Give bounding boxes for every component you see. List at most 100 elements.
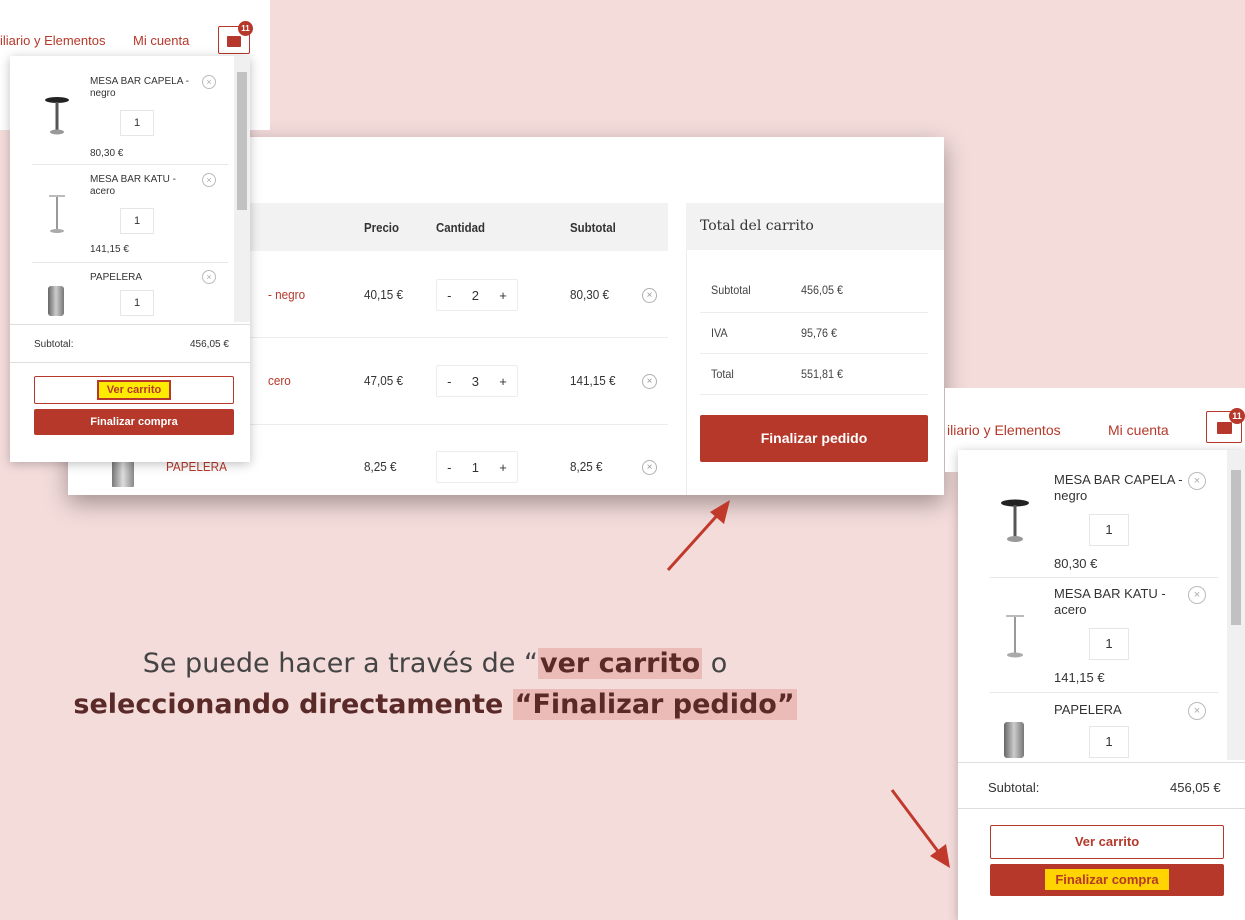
qty-plus-button[interactable]: +: [499, 288, 507, 303]
qty-minus-button[interactable]: -: [447, 288, 451, 303]
totals-total-label: Total: [711, 367, 734, 381]
totals-total-value: 551,81 €: [801, 367, 844, 381]
nav-link-my-account[interactable]: Mi cuenta: [1108, 422, 1169, 438]
arrow-to-finalizar-pedido-icon: [666, 500, 730, 572]
item-divider: [32, 262, 228, 263]
cart-row-product-link[interactable]: cero: [268, 373, 291, 388]
column-header-price: Precio: [364, 220, 399, 235]
item-divider: [990, 577, 1218, 578]
qty-value[interactable]: 3: [472, 374, 479, 389]
mini-cart-subtotal-value: 456,05 €: [190, 339, 229, 350]
remove-item-icon[interactable]: ×: [1188, 586, 1206, 604]
cart-count-badge: 11: [1229, 408, 1245, 424]
caption-highlight-finalizar-pedido: “Finalizar pedido”: [512, 689, 797, 720]
mini-cart-dropdown: MESA BAR CAPELA - negro × 1 80,30 € MESA…: [10, 56, 250, 462]
mini-cart-item-qty[interactable]: 1: [120, 110, 154, 136]
totals-divider: [700, 312, 928, 313]
mini-cart-item-name[interactable]: MESA BAR CAPELA - negro: [1054, 472, 1184, 503]
mini-cart-item-name[interactable]: MESA BAR CAPELA - negro: [90, 76, 200, 100]
mini-cart-item-price: 141,15 €: [1054, 670, 1105, 685]
remove-item-icon[interactable]: ×: [202, 75, 216, 89]
caption-bold-text: seleccionando directamente: [73, 689, 513, 720]
qty-minus-button[interactable]: -: [447, 374, 451, 389]
remove-item-icon[interactable]: ×: [1188, 702, 1206, 720]
bin-thumbnail-icon: [1004, 722, 1024, 758]
caption-line-1: Se puede hacer a través de “ver carrito …: [0, 648, 870, 679]
totals-subtotal-value: 456,05 €: [801, 283, 844, 297]
checkout-button[interactable]: Finalizar compra: [990, 864, 1224, 896]
qty-value[interactable]: 1: [472, 460, 479, 475]
mini-cart-subtotal-label: Subtotal:: [988, 780, 1040, 795]
scroll-thumb[interactable]: [237, 72, 247, 210]
quantity-stepper[interactable]: - 3 +: [436, 365, 518, 397]
caption-highlight-ver-carrito: ver carrito: [537, 648, 703, 679]
mini-cart-item-price: 80,30 €: [1054, 556, 1098, 571]
view-cart-label: Ver carrito: [96, 380, 172, 400]
cart-row-price: 47,05 €: [364, 373, 404, 388]
mini-cart-item-name[interactable]: MESA BAR KATU - acero: [1054, 586, 1184, 617]
mini-cart-dropdown: MESA BAR CAPELA - negro × 1 80,30 € MESA…: [958, 450, 1245, 920]
qty-value[interactable]: 2: [472, 288, 479, 303]
totals-iva-label: IVA: [711, 326, 728, 340]
mini-cart-item-price: 80,30 €: [90, 148, 124, 159]
remove-item-icon[interactable]: ×: [202, 270, 216, 284]
divider: [10, 362, 250, 363]
nav-link-furniture[interactable]: iliario y Elementos: [947, 422, 1061, 438]
checkout-label: Finalizar compra: [1045, 869, 1169, 890]
view-cart-button[interactable]: Ver carrito: [990, 825, 1224, 859]
remove-item-icon[interactable]: ×: [642, 374, 657, 389]
bag-shape: [1217, 422, 1232, 434]
remove-item-icon[interactable]: ×: [642, 288, 657, 303]
qty-minus-button[interactable]: -: [447, 460, 451, 475]
scrollbar[interactable]: [1227, 450, 1245, 760]
cart-totals-title: Total del carrito: [700, 218, 814, 234]
bag-shape: [227, 36, 241, 47]
view-cart-button[interactable]: Ver carrito: [34, 376, 234, 404]
quantity-stepper[interactable]: - 1 +: [436, 451, 518, 483]
mini-cart-subtotal-value: 456,05 €: [1170, 780, 1221, 795]
totals-subtotal-label: Subtotal: [711, 283, 751, 297]
bar-table-black-icon: [1001, 499, 1029, 542]
checkout-button[interactable]: Finalizar compra: [34, 409, 234, 435]
remove-item-icon[interactable]: ×: [1188, 472, 1206, 490]
column-header-subtotal: Subtotal: [570, 220, 616, 235]
mini-cart-item-name[interactable]: MESA BAR KATU - acero: [90, 174, 200, 198]
finalizar-pedido-button[interactable]: Finalizar pedido: [700, 415, 928, 462]
caption-prefix: Se puede hacer a través de “: [142, 648, 538, 679]
remove-item-icon[interactable]: ×: [202, 173, 216, 187]
scroll-thumb[interactable]: [1231, 470, 1241, 625]
mini-cart-item-qty[interactable]: 1: [1089, 726, 1129, 758]
qty-plus-button[interactable]: +: [499, 374, 507, 389]
totals-divider: [700, 394, 928, 395]
cart-row-price: 40,15 €: [364, 287, 404, 302]
remove-item-icon[interactable]: ×: [642, 460, 657, 475]
bin-thumbnail-icon: [48, 286, 64, 316]
mini-cart-item-qty[interactable]: 1: [120, 290, 154, 316]
totals-divider: [700, 353, 928, 354]
mini-cart-item-name[interactable]: PAPELERA: [1054, 702, 1184, 718]
cart-row-subtotal: 141,15 €: [570, 373, 616, 388]
quantity-stepper[interactable]: - 2 +: [436, 279, 518, 311]
mini-cart-item-qty[interactable]: 1: [1089, 514, 1129, 546]
column-header-quantity: Cantidad: [436, 220, 485, 235]
bar-table-steel-icon: [49, 195, 65, 233]
divider: [958, 808, 1245, 809]
item-divider: [990, 692, 1218, 693]
cart-row-price: 8,25 €: [364, 459, 397, 474]
nav-link-furniture[interactable]: iliario y Elementos: [0, 33, 106, 48]
cart-row-subtotal: 80,30 €: [570, 287, 610, 302]
mini-cart-left: iliario y Elementos Mi cuenta 1 1 MESA BA…: [0, 0, 270, 462]
mini-cart-item-qty[interactable]: 1: [120, 208, 154, 234]
cart-row-product-link[interactable]: - negro: [268, 287, 305, 302]
scrollbar[interactable]: [234, 56, 250, 322]
nav-link-my-account[interactable]: Mi cuenta: [133, 33, 189, 48]
totals-iva-value: 95,76 €: [801, 326, 838, 340]
mini-cart-item-name[interactable]: PAPELERA: [90, 272, 200, 284]
mini-cart-subtotal-label: Subtotal:: [34, 339, 74, 350]
divider: [10, 324, 250, 325]
mini-cart-item-qty[interactable]: 1: [1089, 628, 1129, 660]
bar-table-steel-icon: [1006, 615, 1024, 658]
caption-line-2: seleccionando directamente “Finalizar pe…: [0, 689, 870, 720]
qty-plus-button[interactable]: +: [499, 460, 507, 475]
mini-cart-item-price: 141,15 €: [90, 244, 129, 255]
